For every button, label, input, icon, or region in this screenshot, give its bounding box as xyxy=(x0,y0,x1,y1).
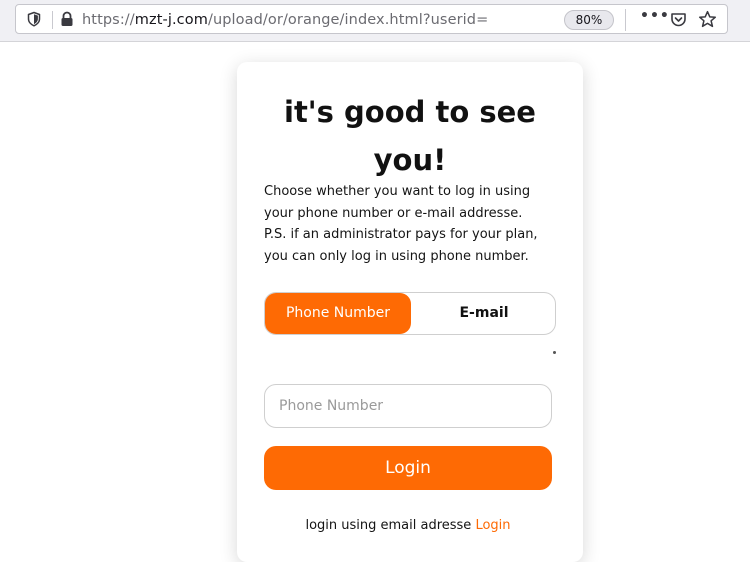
shield-icon[interactable] xyxy=(26,11,42,27)
url-path: /upload/or/orange/index.html?userid= xyxy=(207,12,489,28)
login-card: it's good to see you! Choose whether you… xyxy=(237,62,583,562)
star-icon[interactable] xyxy=(698,10,717,29)
title-line-1: it's good to see xyxy=(284,95,536,129)
url-text[interactable]: https://mzt-j.com/upload/or/orange/index… xyxy=(82,11,488,29)
address-bar[interactable]: https://mzt-j.com/upload/or/orange/index… xyxy=(15,4,728,34)
toolbar-separator xyxy=(625,9,626,31)
url-prefix: https:// xyxy=(82,12,135,28)
page-title: it's good to see you! xyxy=(237,88,583,184)
lock-icon[interactable] xyxy=(60,11,74,27)
decorative-dot xyxy=(553,351,556,354)
login-method-toggle: Phone Number E-mail xyxy=(264,292,556,335)
toolbar-separator xyxy=(52,11,53,29)
more-icon[interactable]: ••• xyxy=(640,8,670,24)
toggle-email[interactable]: E-mail xyxy=(411,293,557,334)
browser-toolbar: https://mzt-j.com/upload/or/orange/index… xyxy=(0,0,750,42)
zoom-badge[interactable]: 80% xyxy=(564,10,614,30)
url-host: mzt-j.com xyxy=(134,12,208,28)
description-line: you can only log in using phone number. xyxy=(264,248,529,264)
phone-number-input[interactable] xyxy=(264,384,552,428)
toggle-phone-number[interactable]: Phone Number xyxy=(265,293,411,334)
email-login-link[interactable]: Login xyxy=(475,518,510,533)
login-description: Choose whether you want to log in using … xyxy=(264,181,564,267)
description-line: P.S. if an administrator pays for your p… xyxy=(264,227,538,242)
description-line: Choose whether you want to log in using xyxy=(264,184,531,199)
title-line-2: you! xyxy=(373,143,447,177)
login-button[interactable]: Login xyxy=(264,446,552,490)
description-line: your phone number or e-mail addresse. xyxy=(264,205,523,221)
alt-login-row: login using email adresse Login xyxy=(237,518,579,533)
pocket-icon[interactable] xyxy=(670,11,687,28)
alt-login-text: login using email adresse xyxy=(305,518,472,533)
